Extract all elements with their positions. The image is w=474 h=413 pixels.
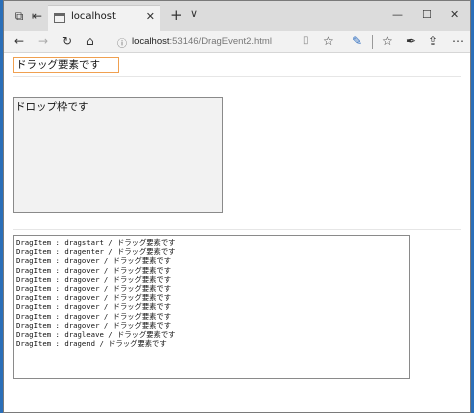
site-info-icon[interactable]: ⓘ — [117, 35, 127, 50]
close-tab-icon[interactable]: ✕ — [146, 10, 155, 23]
log-line: DragItem : dragenter / ドラッグ要素です — [16, 247, 176, 257]
log-line: DragItem : dragover / ドラッグ要素です — [16, 302, 172, 312]
log-line: DragItem : dragleave / ドラッグ要素です — [16, 330, 176, 340]
toolbar-divider — [372, 35, 373, 49]
browser-window: ⧉ ⇤ localhost ✕ + ∨ — ☐ ✕ ← → ↻ ⌂ ⓘ loca… — [3, 0, 471, 413]
tab-list-icon[interactable]: ∨ — [190, 7, 198, 20]
web-note-icon[interactable]: ✎ — [352, 34, 362, 48]
reading-view-icon[interactable]: ▯ — [303, 35, 309, 46]
refresh-icon[interactable]: ↻ — [62, 34, 72, 48]
event-log: DragItem : dragstart / ドラッグ要素です DragItem … — [13, 235, 410, 379]
back-icon[interactable]: ← — [14, 34, 24, 48]
tab-title: localhost — [71, 11, 116, 22]
forward-icon[interactable]: → — [38, 34, 48, 48]
page-content: ドラッグ要素です ドロップ枠です DragItem : dragstart / … — [4, 53, 470, 412]
favorite-star-icon[interactable]: ☆ — [323, 34, 334, 48]
share-icon[interactable]: ⇪ — [428, 34, 438, 48]
home-icon[interactable]: ⌂ — [86, 34, 94, 48]
set-aside-tabs-icon[interactable]: ⇤ — [28, 7, 46, 25]
log-line: DragItem : dragover / ドラッグ要素です — [16, 274, 172, 284]
url-text[interactable]: localhost:53146/DragEvent2.html — [132, 36, 272, 47]
log-line: DragItem : dragover / ドラッグ要素です — [16, 265, 172, 275]
new-tab-icon[interactable]: + — [170, 6, 183, 24]
close-window-icon[interactable]: ✕ — [450, 8, 459, 21]
favorites-hub-icon[interactable]: ☆ — [382, 34, 393, 48]
log-line: DragItem : dragover / ドラッグ要素です — [16, 256, 172, 266]
log-line: DragItem : dragover / ドラッグ要素です — [16, 320, 172, 330]
tab-bar: ⧉ ⇤ localhost ✕ + ∨ — ☐ ✕ — [4, 1, 470, 31]
page-icon — [54, 13, 65, 23]
tab-manager-icon[interactable]: ⧉ — [10, 7, 28, 25]
maximize-icon[interactable]: ☐ — [422, 8, 432, 21]
log-line: DragItem : dragover / ドラッグ要素です — [16, 284, 172, 294]
log-line: DragItem : dragover / ドラッグ要素です — [16, 293, 172, 303]
log-line: DragItem : dragover / ドラッグ要素です — [16, 311, 172, 321]
divider-bottom — [13, 229, 461, 230]
drop-zone[interactable]: ドロップ枠です — [13, 97, 223, 213]
minimize-icon[interactable]: — — [392, 8, 403, 21]
log-line: DragItem : dragstart / ドラッグ要素です — [16, 238, 176, 247]
address-bar[interactable]: ⓘ localhost:53146/DragEvent2.html ▯ ☆ — [113, 33, 343, 51]
log-line: DragItem : dragend / ドラッグ要素です — [16, 339, 167, 349]
divider-top — [13, 76, 461, 77]
more-icon[interactable]: ⋯ — [452, 34, 464, 48]
drag-item[interactable]: ドラッグ要素です — [13, 57, 119, 73]
pen-icon[interactable]: ✒ — [406, 34, 416, 48]
navigation-bar: ← → ↻ ⌂ ⓘ localhost:53146/DragEvent2.htm… — [4, 31, 470, 53]
tab-localhost[interactable]: localhost ✕ — [48, 5, 160, 31]
